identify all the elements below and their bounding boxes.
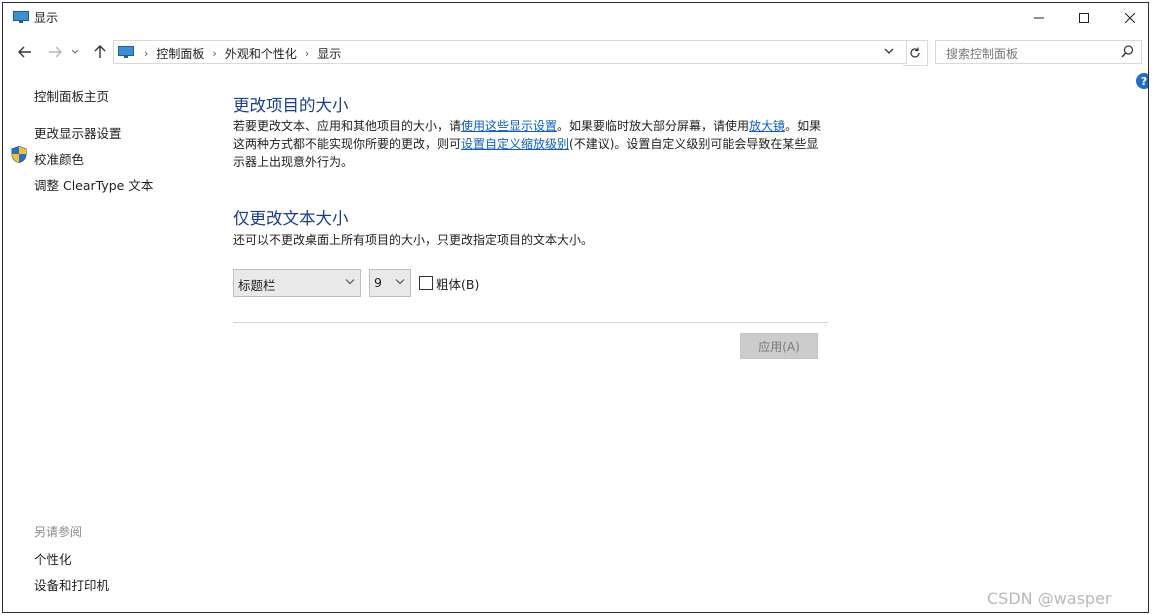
recent-locations-button[interactable] (69, 42, 81, 62)
search-placeholder: 搜索控制面板 (946, 47, 1019, 61)
custom-scaling-link[interactable]: 设置自定义缩放级别 (461, 137, 569, 151)
see-also-heading: 另请参阅 (34, 525, 83, 539)
chevron-down-icon (395, 279, 405, 285)
change-size-heading: 更改项目的大小 (233, 96, 349, 115)
minimize-button[interactable] (1016, 3, 1062, 33)
calibrate-color-link[interactable]: 校准颜色 (34, 149, 84, 168)
search-input[interactable]: 搜索控制面板 (935, 40, 1142, 64)
change-size-description: 若要更改文本、应用和其他项目的大小，请使用这些显示设置。如果要临时放大部分屏幕，… (233, 117, 825, 171)
maximize-button[interactable] (1061, 3, 1107, 33)
desc-text-1: 若要更改文本、应用和其他项目的大小，请 (233, 119, 462, 133)
help-icon[interactable]: ? (1136, 73, 1148, 89)
item-select-value: 标题栏 (238, 278, 276, 293)
change-display-settings-link[interactable]: 更改显示器设置 (34, 123, 122, 142)
chevron-down-icon[interactable] (884, 44, 894, 58)
watermark: CSDN @wasper (987, 589, 1112, 608)
window-title: 显示 (34, 11, 59, 25)
display-icon (118, 46, 134, 58)
breadcrumb-display[interactable]: 显示 (313, 45, 345, 62)
breadcrumb-appearance[interactable]: 外观和个性化 (221, 45, 301, 62)
breadcrumb-separator: › (144, 47, 149, 60)
arrow-left-icon (18, 46, 31, 58)
desc-text-2: 。如果要临时放大部分屏幕，请使用 (557, 119, 750, 133)
minimize-icon (1034, 17, 1044, 19)
display-settings-link[interactable]: 使用这些显示设置 (461, 119, 557, 133)
maximize-icon (1079, 13, 1089, 23)
bold-checkbox[interactable] (419, 276, 433, 290)
search-icon[interactable] (1121, 45, 1134, 58)
adjust-cleartype-link[interactable]: 调整 ClearType 文本 (34, 175, 153, 194)
chevron-down-icon (345, 279, 355, 285)
breadcrumb: › 控制面板 › 外观和个性化 › 显示 (140, 45, 345, 62)
display-app-icon (13, 11, 29, 23)
apply-button[interactable]: 应用(A) (740, 333, 818, 359)
devices-printers-link[interactable]: 设备和打印机 (34, 575, 109, 594)
refresh-icon (910, 47, 920, 58)
up-button[interactable] (90, 42, 110, 62)
refresh-button[interactable] (903, 40, 928, 66)
shield-icon (11, 146, 27, 163)
chevron-down-icon (71, 49, 79, 54)
back-button[interactable] (15, 42, 35, 62)
text-size-description: 还可以不更改桌面上所有项目的大小，只更改指定项目的文本大小。 (233, 233, 594, 247)
title-bar: 显示 (3, 3, 1148, 33)
breadcrumb-separator: › (212, 47, 217, 60)
control-panel-window: 显示 › 控制面板 › 外观和个性化 › 显示 搜索控制面板 ? 控制面板主页 … (2, 2, 1149, 613)
arrow-up-icon (94, 45, 106, 58)
divider (233, 322, 828, 323)
left-task-panel: 控制面板主页 更改显示器设置 校准颜色 调整 ClearType 文本 另请参阅… (3, 67, 213, 607)
text-size-heading: 仅更改文本大小 (233, 209, 349, 228)
navigation-bar: › 控制面板 › 外观和个性化 › 显示 搜索控制面板 (3, 37, 1148, 67)
personalization-link[interactable]: 个性化 (34, 549, 72, 568)
font-size-value: 9 (374, 275, 382, 290)
address-bar[interactable]: › 控制面板 › 外观和个性化 › 显示 (113, 40, 907, 64)
breadcrumb-control-panel[interactable]: 控制面板 (152, 45, 208, 62)
item-select[interactable]: 标题栏 (233, 269, 361, 297)
arrow-right-icon (49, 46, 62, 58)
forward-button[interactable] (45, 42, 65, 62)
bold-checkbox-label[interactable]: 粗体(B) (436, 274, 479, 293)
close-button[interactable] (1107, 3, 1148, 33)
font-size-select[interactable]: 9 (369, 269, 411, 297)
close-icon (1125, 13, 1135, 23)
control-panel-home-link[interactable]: 控制面板主页 (34, 86, 109, 105)
breadcrumb-separator: › (304, 47, 310, 60)
magnifier-link[interactable]: 放大镜 (749, 119, 785, 133)
